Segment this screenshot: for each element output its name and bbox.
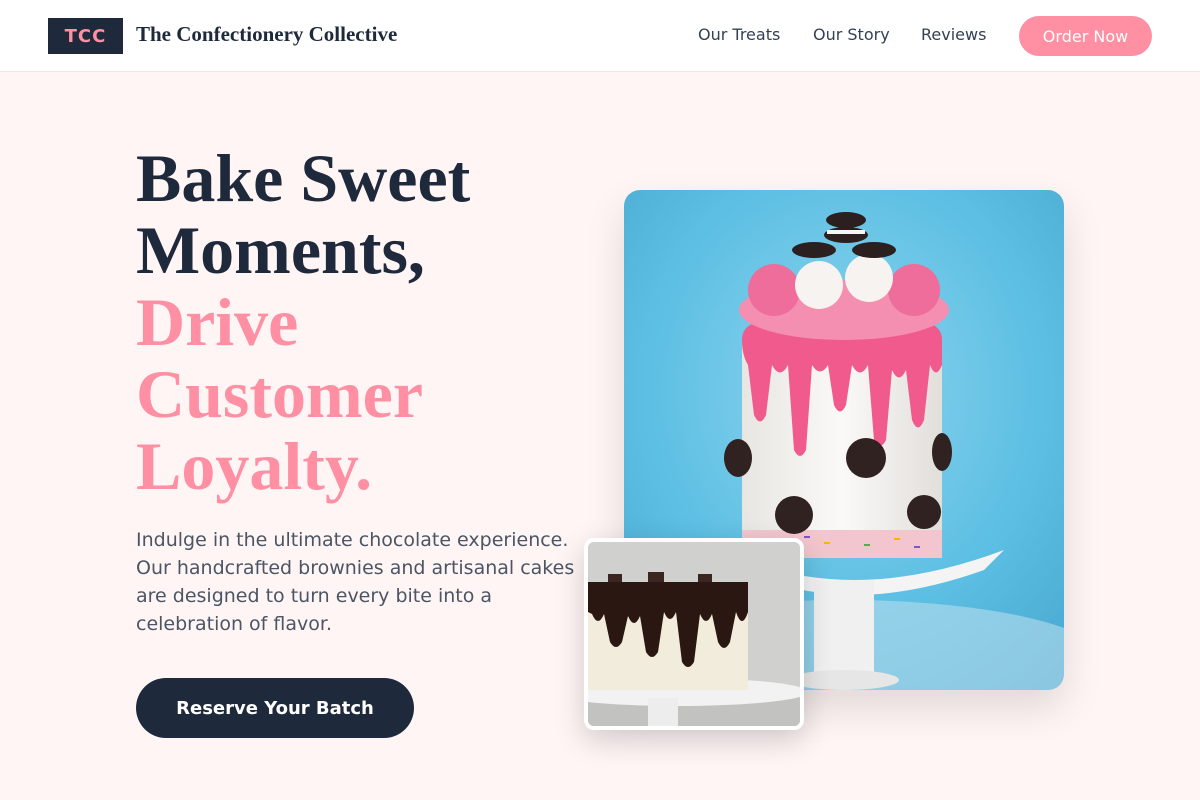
headline-accent-1: Drive: [136, 284, 299, 360]
chocolate-cake-photo: [584, 538, 804, 730]
site-header: TCC The Confectionery Collective Our Tre…: [0, 0, 1200, 72]
reserve-batch-button[interactable]: Reserve Your Batch: [136, 678, 414, 738]
logo-badge[interactable]: TCC: [48, 18, 123, 54]
headline-line-1: Bake Sweet: [136, 140, 471, 216]
nav-link-reviews[interactable]: Reviews: [921, 25, 986, 44]
headline-accent-2: Customer: [136, 356, 424, 432]
hero-description: Indulge in the ultimate chocolate experi…: [136, 529, 575, 635]
headline-line-2: Moments,: [136, 212, 425, 288]
brand-name[interactable]: The Confectionery Collective: [136, 22, 397, 47]
nav-link-our-story[interactable]: Our Story: [813, 25, 890, 44]
hero-headline: Bake Sweet Moments, Drive Customer Loyal…: [136, 142, 596, 502]
order-now-button[interactable]: Order Now: [1019, 16, 1152, 56]
headline-accent-3: Loyalty.: [136, 428, 373, 504]
chocolate-cake-illustration: [588, 542, 800, 726]
nav-link-our-treats[interactable]: Our Treats: [698, 25, 780, 44]
